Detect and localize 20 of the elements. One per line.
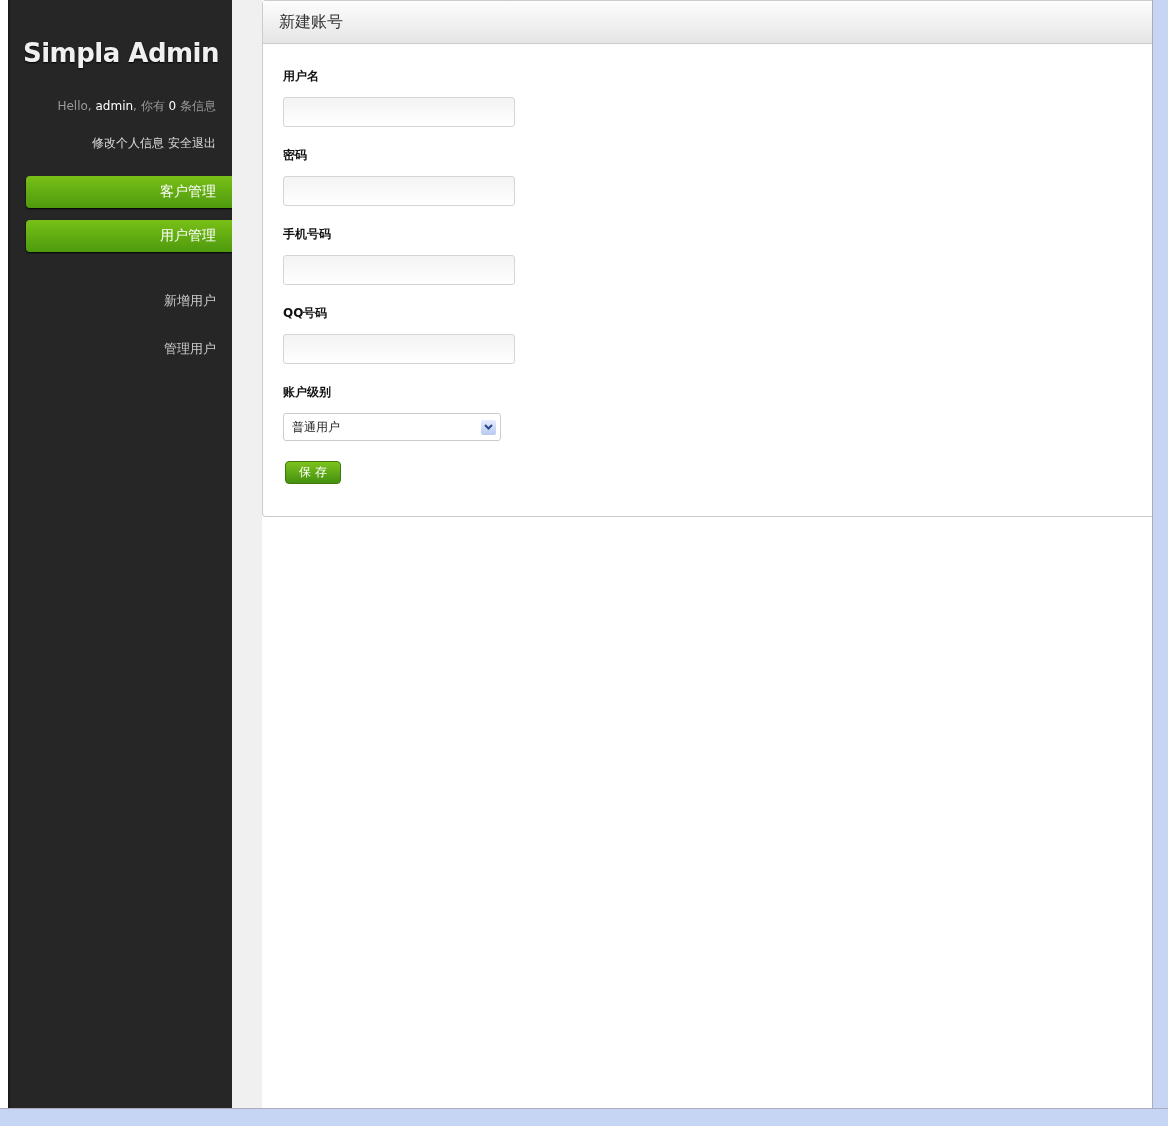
field-label: QQ号码 bbox=[283, 305, 329, 322]
input-field[interactable] bbox=[283, 334, 515, 364]
sidebar-link[interactable]: 安全退出 bbox=[168, 135, 216, 152]
card-title: 新建账号 bbox=[279, 11, 343, 33]
field-label: 用户名 bbox=[283, 68, 320, 85]
subnav-link[interactable]: 新增用户 bbox=[10, 292, 232, 310]
logo-text: Simpla Admin bbox=[21, 37, 221, 68]
greeting-text: Hello, admin, 你有 0 条信息 bbox=[56, 98, 217, 115]
vertical-scrollbar[interactable] bbox=[1152, 0, 1168, 1108]
input-field[interactable] bbox=[283, 176, 515, 206]
input-field[interactable] bbox=[283, 97, 515, 127]
select-field[interactable]: 普通用户 bbox=[283, 413, 501, 441]
field-label: 手机号码 bbox=[283, 226, 332, 243]
field-label: 密码 bbox=[283, 147, 308, 164]
field-label: 账户级别 bbox=[283, 384, 332, 401]
caret-icon bbox=[481, 419, 496, 435]
sidebar-link[interactable]: 修改个人信息 bbox=[92, 135, 164, 152]
horizontal-scrollbar[interactable] bbox=[0, 1108, 1168, 1126]
input-field[interactable] bbox=[283, 255, 515, 285]
subnav-link[interactable]: 管理用户 bbox=[10, 340, 232, 358]
